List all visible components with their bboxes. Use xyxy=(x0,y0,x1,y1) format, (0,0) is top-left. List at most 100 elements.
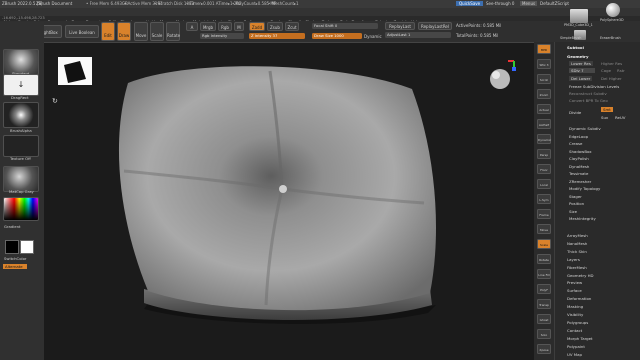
replay-last-rel-button[interactable]: ReplayLastRel xyxy=(418,22,452,30)
a-button[interactable]: A xyxy=(186,22,198,31)
tool-solo[interactable]: Solo xyxy=(537,329,551,339)
section-shadowbox[interactable]: ShadowBox xyxy=(569,149,592,154)
orientation-gyro[interactable] xyxy=(490,69,510,89)
subpalette-surface[interactable]: Surface xyxy=(567,288,582,293)
section-claypolish[interactable]: ClayPolish xyxy=(569,156,589,161)
rstr-button[interactable]: Rstr xyxy=(617,68,625,73)
rotate-icon[interactable]: ↻ xyxy=(52,97,58,105)
main-color-swatch[interactable] xyxy=(5,240,19,254)
section-crease[interactable]: Crease xyxy=(569,141,582,146)
tool-floor[interactable]: Floor xyxy=(537,164,551,174)
draw-size-slider[interactable]: Draw Size 1000 xyxy=(312,33,362,39)
subpalette-deformation[interactable]: Deformation xyxy=(567,296,591,301)
subpalette-nanomesh[interactable]: NanoMesh xyxy=(567,241,587,246)
reconstruct-subdiv-button[interactable]: Reconstruct Subdiv xyxy=(569,91,607,96)
section-size[interactable]: Size xyxy=(569,209,577,214)
subpalette-uv-map[interactable]: UV Map xyxy=(567,352,582,357)
del-lower-button[interactable]: Del Lower xyxy=(569,76,593,81)
zsub-button[interactable]: Zsub xyxy=(267,22,283,31)
subtool-header[interactable]: Subtool xyxy=(567,45,584,50)
tool-ghost[interactable]: Ghost xyxy=(537,314,551,324)
section-position[interactable]: Position xyxy=(569,201,584,206)
tool-bpr[interactable]: BPR xyxy=(537,44,551,54)
tool-spix-3[interactable]: SPix 3 xyxy=(537,59,551,69)
section-modify-topology[interactable]: Modify Topology xyxy=(569,186,600,191)
tool-l-sym[interactable]: L.Sym xyxy=(537,194,551,204)
menus-toggle[interactable]: Menus xyxy=(520,1,538,6)
z-intensity-slider[interactable]: Z Intensity 37 xyxy=(249,33,305,39)
freeze-subdivision-button[interactable]: Freeze SubDivision Levels xyxy=(569,84,619,89)
switch-color-button[interactable]: SwitchColor xyxy=(4,256,26,261)
polysphere-thumbnail[interactable] xyxy=(606,3,620,17)
mrgb-button[interactable]: Mrgb xyxy=(200,22,216,31)
scale-button[interactable]: Scale xyxy=(150,22,164,41)
subpalette-preview[interactable]: Preview xyxy=(567,280,582,285)
adjust-last-slider[interactable]: AdjustLast 1 xyxy=(385,32,451,38)
subpalette-layers[interactable]: Layers xyxy=(567,257,580,262)
alpha-icon[interactable] xyxy=(3,102,39,128)
geometry-header[interactable]: Geometry xyxy=(567,54,589,59)
subpalette-masking[interactable]: Masking xyxy=(567,304,583,309)
stroke-icon[interactable]: ↓ xyxy=(3,74,39,96)
dynamic-toggle[interactable]: Dynamic xyxy=(364,34,382,39)
section-dynamic-subdiv[interactable]: Dynamic Subdiv xyxy=(569,126,601,131)
subpalette-morph-target[interactable]: Morph Target xyxy=(567,336,593,341)
tool-frame[interactable]: Frame xyxy=(537,209,551,219)
tool-xpose[interactable]: Xpose xyxy=(537,344,551,354)
tool-polyf[interactable]: PolyF xyxy=(537,284,551,294)
tool-move[interactable]: Move xyxy=(537,224,551,234)
section-dynamesh[interactable]: DynaMesh xyxy=(569,164,589,169)
rgb-intensity-slider[interactable]: Rgb Intensity xyxy=(200,33,244,39)
lower-res-button[interactable]: Lower Res xyxy=(569,61,593,66)
live-boolean-button[interactable]: Live Boolean xyxy=(65,25,99,38)
suv-toggle[interactable]: Suv xyxy=(601,115,608,120)
see-through-slider[interactable]: See-through 0 xyxy=(486,1,514,6)
subpalette-arraymesh[interactable]: ArrayMesh xyxy=(567,233,588,238)
gradient-label[interactable]: Gradient xyxy=(4,224,21,229)
subpalette-polypaint[interactable]: Polypaint xyxy=(567,344,585,349)
replay-last-button[interactable]: ReplayLast xyxy=(385,22,415,30)
section-stager[interactable]: Stager xyxy=(569,194,582,199)
sdiv-slider[interactable]: SDiv 7 xyxy=(569,68,595,73)
tool-actual[interactable]: Actual xyxy=(537,104,551,114)
subpalette-polygroups[interactable]: Polygroups xyxy=(567,320,588,325)
section-meshintegrity[interactable]: MeshIntegrity xyxy=(569,216,596,221)
secondary-color-swatch[interactable] xyxy=(20,240,34,254)
tool-scroll[interactable]: Scroll xyxy=(537,74,551,84)
edit-button[interactable]: Edit xyxy=(101,22,115,41)
tool-persp[interactable]: Persp xyxy=(537,149,551,159)
draw-button[interactable]: Draw xyxy=(117,22,131,41)
subpalette-contact[interactable]: Contact xyxy=(567,328,582,333)
focal-shift-slider[interactable]: Focal Shift 0 xyxy=(312,23,378,29)
subpalette-fibermesh[interactable]: FiberMesh xyxy=(567,265,587,270)
subpalette-visibility[interactable]: Visibility xyxy=(567,312,583,317)
tool-dynamic[interactable]: Dynamic xyxy=(537,134,551,144)
section-tessimate[interactable]: Tessimate xyxy=(569,171,588,176)
rgb-button[interactable]: Rgb xyxy=(218,22,232,31)
reuv-toggle[interactable]: ReUV xyxy=(615,115,625,120)
zcut-button[interactable]: Zcut xyxy=(285,22,299,31)
tool-line-fill[interactable]: Line Fill xyxy=(537,269,551,279)
subpalette-thick-skin[interactable]: Thick Skin xyxy=(567,249,587,254)
tool-scale[interactable]: Scale xyxy=(537,239,551,249)
alternate-button[interactable]: Alternate xyxy=(3,264,27,269)
tool-local[interactable]: Local xyxy=(537,179,551,189)
canvas-viewport[interactable]: ↻ xyxy=(44,42,534,360)
zadd-button[interactable]: Zadd xyxy=(249,22,265,31)
color-picker[interactable] xyxy=(3,197,39,221)
divide-button[interactable]: Divide xyxy=(569,110,581,115)
tool-transp[interactable]: Transp xyxy=(537,299,551,309)
tool-rotate[interactable]: Rotate xyxy=(537,254,551,264)
cage-button[interactable]: Cage xyxy=(601,68,611,73)
cube-thumbnail[interactable] xyxy=(570,9,588,23)
tool-aahalf[interactable]: AAHalf xyxy=(537,119,551,129)
smt-toggle[interactable]: Smt xyxy=(601,107,613,112)
quicksave-button[interactable]: QuickSave xyxy=(456,0,484,6)
section-zremesher[interactable]: ZRemesher xyxy=(569,179,591,184)
rotate-button[interactable]: Rotate xyxy=(166,22,180,41)
higher-res-button[interactable]: Higher Res xyxy=(601,61,622,66)
texture-icon[interactable] xyxy=(3,135,39,157)
subpalette-geometry-hd[interactable]: Geometry HD xyxy=(567,273,594,278)
tool-zoom[interactable]: Zoom xyxy=(537,89,551,99)
convert-bpr-button[interactable]: Convert BPR To Geo xyxy=(569,98,608,103)
